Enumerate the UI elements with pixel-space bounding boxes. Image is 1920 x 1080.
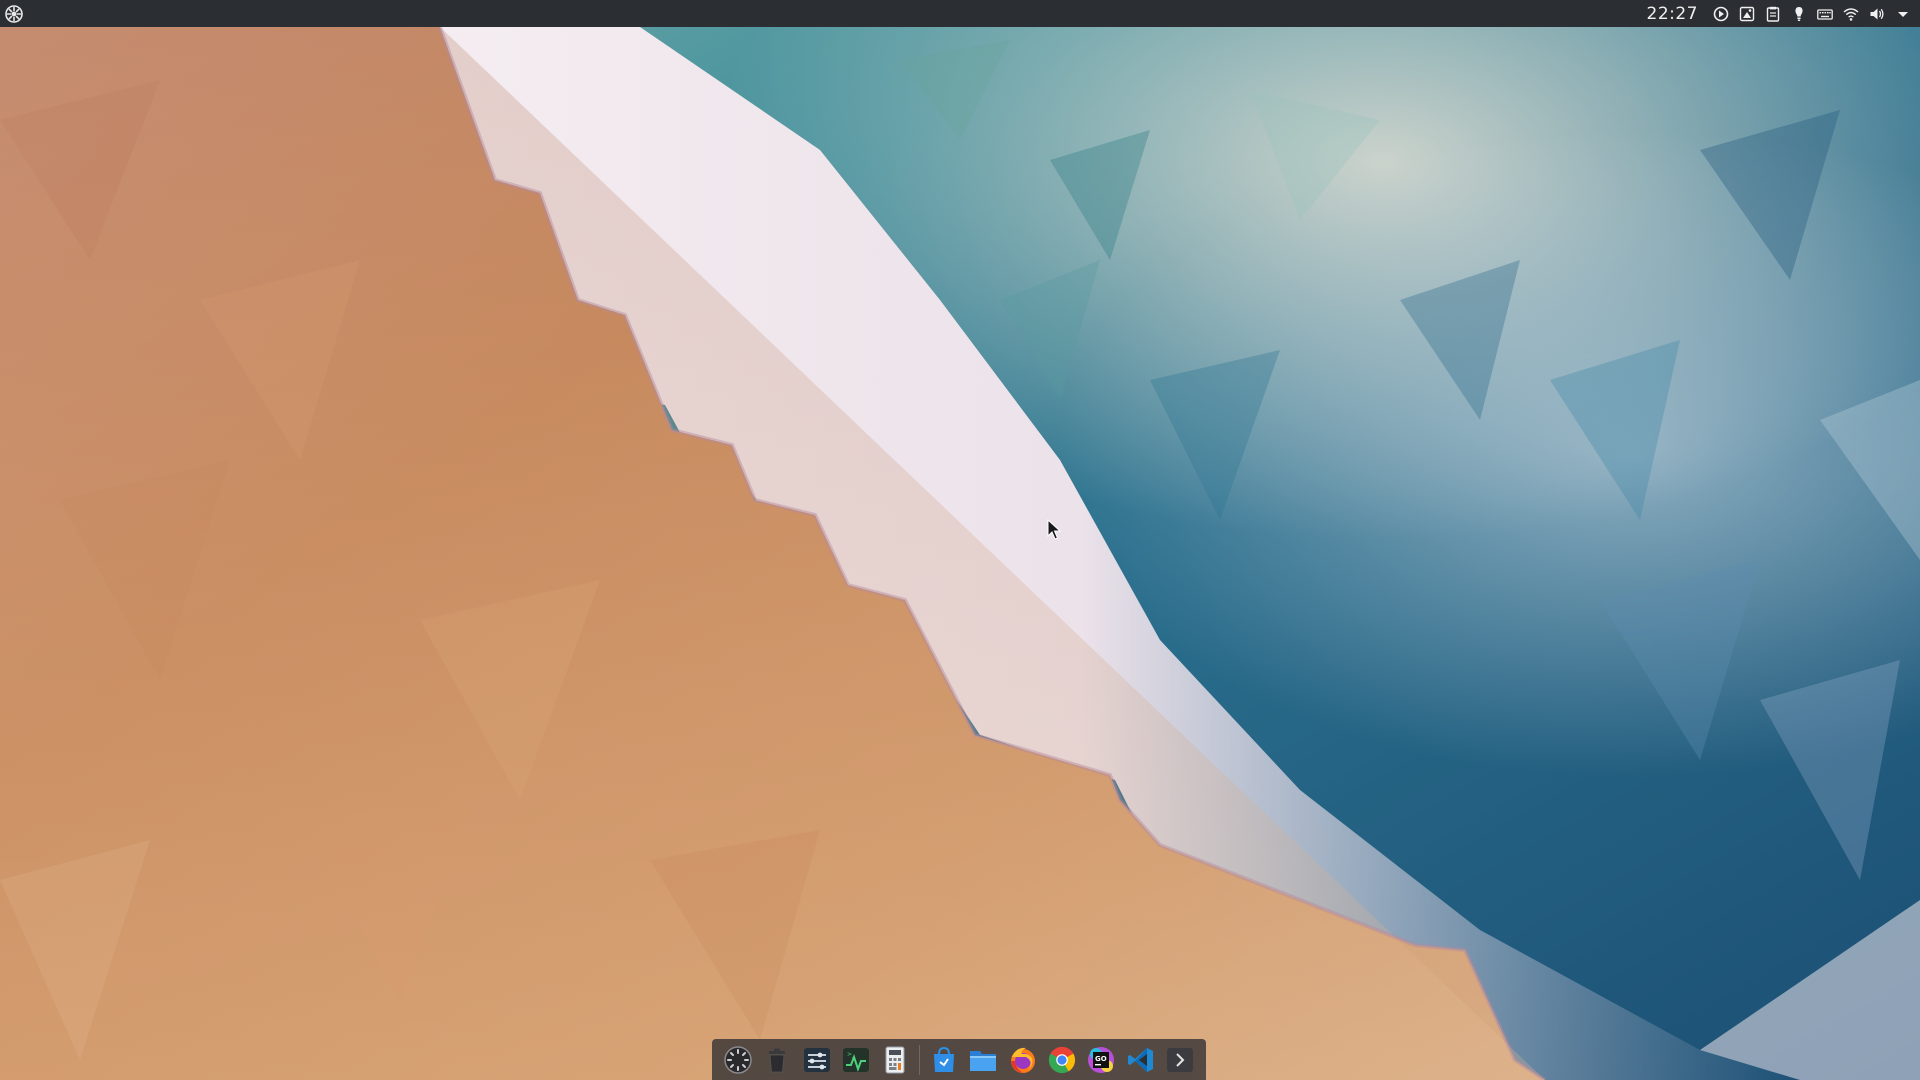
chrome-icon [1048,1046,1076,1073]
goland-button[interactable]: GO [1085,1043,1118,1077]
volume-icon [1870,8,1884,19]
system-menu-icon [4,4,23,23]
goland-icon: GO [1088,1046,1115,1073]
calculator-button[interactable] [879,1043,912,1077]
top-panel: 22:27 [0,0,1920,27]
wifi-button[interactable] [1840,0,1862,27]
calculator-icon [885,1046,905,1073]
app-store-icon [933,1046,954,1072]
system-monitor-button[interactable]: >_ [839,1043,872,1077]
notification-bulb-icon [1795,6,1803,21]
clipboard-button[interactable] [1762,0,1784,27]
trash-icon [769,1048,786,1072]
terminal-button[interactable] [1164,1043,1197,1077]
settings-control-center-icon [803,1047,830,1072]
keyboard-layout-icon [1817,8,1833,20]
app-store-button[interactable] [927,1043,960,1077]
svg-text:GO: GO [1095,1055,1107,1063]
system-tray: 22:27 [1647,0,1920,27]
tray-expand-arrow-icon [1898,11,1908,17]
terminal-icon [1167,1047,1194,1072]
screenshot-tool-icon [1739,6,1755,21]
notification-button[interactable] [1788,0,1810,27]
file-manager-button[interactable] [967,1043,1000,1077]
chrome-button[interactable] [1045,1043,1078,1077]
system-menu-button[interactable] [0,0,27,27]
vscode-button[interactable] [1124,1043,1157,1077]
dock-separator [919,1044,921,1075]
dock: >_ GO [712,1039,1206,1080]
desktop-wallpaper [0,0,1920,1080]
keyboard-layout-button[interactable] [1814,0,1836,27]
clock[interactable]: 22:27 [1647,4,1699,24]
vscode-icon [1127,1047,1153,1072]
control-center-button[interactable] [800,1043,833,1077]
desktop[interactable]: 22:27 >_ GO [0,0,1920,1080]
mouse-cursor-icon [1047,519,1061,540]
svg-text:>_: >_ [847,1051,856,1058]
update-notifier-icon [1713,6,1729,21]
tray-expand-button[interactable] [1892,0,1914,27]
trash-button[interactable] [760,1043,793,1077]
wifi-icon [1843,7,1859,21]
update-notifier-button[interactable] [1710,0,1732,27]
file-manager-icon [970,1050,997,1071]
firefox-icon [1010,1047,1035,1073]
clipboard-icon [1766,6,1780,22]
multitasking-view-icon [723,1045,752,1074]
system-monitor-icon: >_ [842,1047,869,1072]
multitasking-view-button[interactable] [721,1043,754,1077]
firefox-button[interactable] [1006,1043,1039,1077]
volume-button[interactable] [1866,0,1888,27]
screenshot-tool-button[interactable] [1736,0,1758,27]
